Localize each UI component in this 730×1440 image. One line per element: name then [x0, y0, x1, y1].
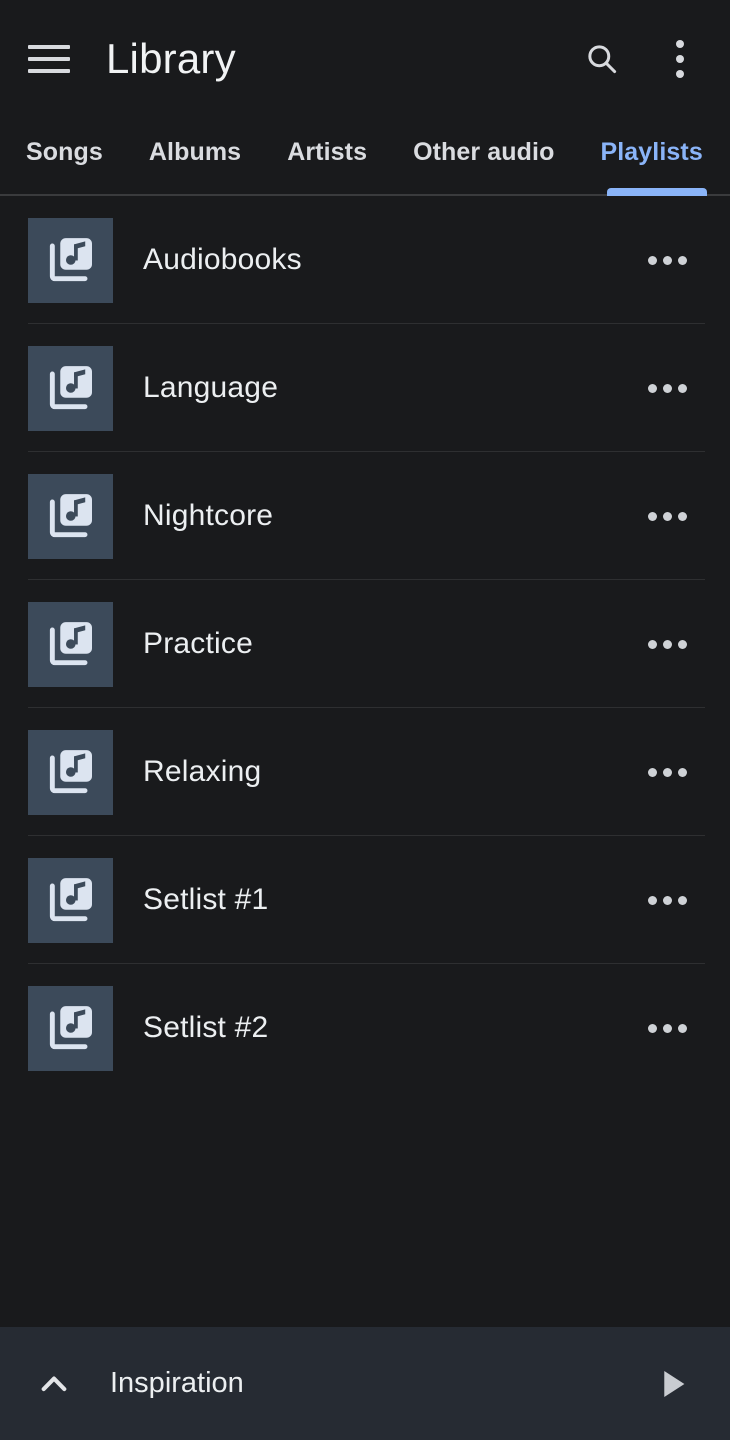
item-overflow-button[interactable] [644, 493, 690, 539]
page-title: Library [106, 35, 236, 82]
library-music-icon [49, 494, 92, 538]
dot [677, 1023, 687, 1033]
tab-playlists[interactable]: Playlists [600, 139, 702, 175]
tab-songs[interactable]: Songs [26, 139, 103, 175]
library-music-icon [49, 878, 92, 922]
list-item[interactable]: Relaxing [0, 708, 730, 836]
mini-player-bar[interactable]: Inspiration [0, 1327, 730, 1440]
item-overflow-button[interactable] [644, 365, 690, 411]
playlist-list: Audiobooks Language Nightcore Practice R… [0, 196, 730, 1092]
chevron-up-icon [41, 1376, 67, 1391]
item-overflow-button[interactable] [644, 1005, 690, 1051]
dot [676, 40, 684, 48]
tab-bar: Songs Albums Artists Other audio Playlis… [0, 118, 730, 196]
playlist-name: Setlist #1 [143, 883, 269, 916]
dot [677, 383, 687, 393]
dot [677, 511, 687, 521]
dot [677, 255, 687, 265]
list-item[interactable]: Language [0, 324, 730, 452]
dot [662, 511, 672, 521]
more-vert-icon [676, 40, 684, 78]
hamburger-bar [28, 45, 70, 49]
dot [676, 55, 684, 63]
now-playing-title: Inspiration [110, 1367, 244, 1399]
dot [662, 895, 672, 905]
dot [662, 1023, 672, 1033]
playlist-thumbnail [28, 601, 113, 687]
item-overflow-button[interactable] [644, 237, 690, 283]
playlist-thumbnail [28, 345, 113, 431]
playlist-thumbnail [28, 857, 113, 943]
dot [662, 639, 672, 649]
tab-artists[interactable]: Artists [287, 139, 367, 175]
playlist-thumbnail [28, 985, 113, 1071]
dot [662, 383, 672, 393]
hamburger-bar [28, 57, 70, 61]
active-tab-indicator [607, 188, 707, 196]
library-music-icon [49, 750, 92, 794]
dot [677, 895, 687, 905]
play-icon [664, 1370, 685, 1397]
list-item[interactable]: Audiobooks [0, 196, 730, 324]
expand-player-button[interactable] [26, 1356, 82, 1412]
item-overflow-button[interactable] [644, 621, 690, 667]
tab-other-audio[interactable]: Other audio [413, 139, 554, 175]
overflow-menu-button[interactable] [654, 33, 706, 85]
library-music-icon [49, 622, 92, 666]
hamburger-bar [28, 69, 70, 73]
dot [647, 767, 657, 777]
list-item[interactable]: Setlist #1 [0, 836, 730, 964]
dot [677, 767, 687, 777]
item-overflow-button[interactable] [644, 749, 690, 795]
playlist-name: Nightcore [143, 499, 274, 532]
app-bar-actions [576, 33, 706, 85]
play-button[interactable] [644, 1355, 702, 1413]
dot [647, 383, 657, 393]
search-icon [588, 45, 617, 74]
library-music-icon [49, 1006, 92, 1050]
library-music-icon [49, 366, 92, 410]
library-music-icon [49, 238, 92, 282]
app-bar: Library [0, 0, 730, 118]
playlist-name: Language [143, 371, 279, 404]
playlist-name: Audiobooks [143, 243, 302, 276]
dot [647, 1023, 657, 1033]
dot [647, 511, 657, 521]
playlist-thumbnail [28, 217, 113, 303]
playlist-name: Relaxing [143, 755, 262, 788]
playlist-thumbnail [28, 473, 113, 559]
tab-albums[interactable]: Albums [149, 139, 241, 175]
playlist-thumbnail [28, 729, 113, 815]
dot [647, 639, 657, 649]
search-button[interactable] [576, 33, 628, 85]
item-overflow-button[interactable] [644, 877, 690, 923]
playlist-name: Practice [143, 627, 253, 660]
dot [676, 70, 684, 78]
playlist-name: Setlist #2 [143, 1011, 269, 1044]
list-item[interactable]: Practice [0, 580, 730, 708]
list-item[interactable]: Setlist #2 [0, 964, 730, 1092]
dot [662, 255, 672, 265]
dot [677, 639, 687, 649]
hamburger-menu-icon[interactable] [28, 37, 74, 81]
list-item[interactable]: Nightcore [0, 452, 730, 580]
dot [647, 895, 657, 905]
dot [662, 767, 672, 777]
dot [647, 255, 657, 265]
